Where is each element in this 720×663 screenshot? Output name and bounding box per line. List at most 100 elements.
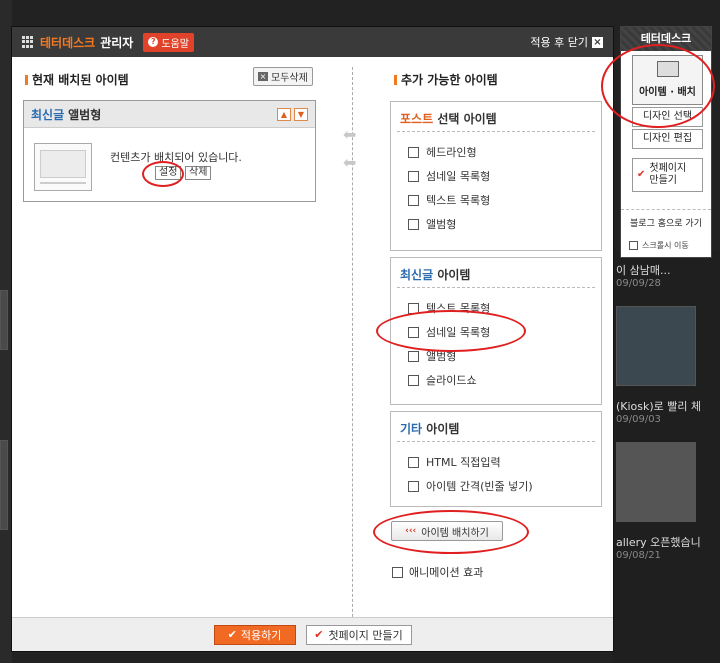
arrow-left-icon: ⬅ (343, 125, 357, 144)
background-post-date: 09/08/21 (616, 550, 661, 561)
make-first-page-button[interactable]: ✔ 첫페이지 만들기 (305, 624, 412, 645)
group-title-colored: 최신글 (400, 268, 434, 282)
help-button[interactable]: ? 도움말 (143, 32, 194, 52)
move-up-button[interactable]: ▲ (277, 107, 291, 121)
placed-items-title-label: 현재 배치된 아이템 (32, 73, 129, 87)
help-label: 도움말 (161, 38, 189, 50)
background-post-title: allery 오픈했습니 (616, 536, 701, 549)
sidebar-item-placement-label: 아이템 · 배치 (639, 87, 696, 98)
list-item[interactable]: 슬라이드쇼 (391, 368, 601, 392)
first-page-line1: 첫페이지 (649, 163, 687, 174)
checkbox[interactable] (408, 302, 419, 314)
apply-close-label: 적용 후 닫기 (530, 36, 588, 49)
checkbox[interactable] (408, 170, 419, 182)
check-icon: ✔ (227, 628, 237, 641)
available-items-title: 추가 가능한 아이템 (394, 71, 498, 88)
group-title: 최신글 아이템 (397, 258, 595, 288)
move-down-button[interactable]: ▼ (294, 107, 308, 121)
question-icon: ? (148, 37, 159, 47)
checkbox[interactable] (408, 218, 419, 230)
apply-close-button[interactable]: 적용 후 닫기 × (530, 34, 603, 50)
scroll-move-option[interactable]: 스크롤시 이동 (629, 240, 689, 251)
placed-item-category: 최신글 (31, 107, 65, 122)
checkbox[interactable] (408, 146, 419, 158)
tatter-desk-sidebar: 테터데스크 아이템 · 배치 디자인 선택 디자인 편집 ✔ 첫페이지 만들기 … (620, 26, 712, 258)
checkbox[interactable] (408, 326, 419, 338)
check-icon: ✔ (637, 169, 646, 180)
list-item[interactable]: 앨범형 (391, 344, 601, 368)
scroll-checkbox[interactable] (629, 241, 638, 250)
background-post-date: 09/09/28 (616, 278, 661, 289)
placed-item-card: 최신글 앨범형 ▲ ▼ 컨텐츠가 배치되어 있습니다. 설정 삭제 (23, 100, 316, 202)
delete-button[interactable]: 삭제 (185, 166, 212, 180)
sidebar-item-placement[interactable]: 아이템 · 배치 (632, 55, 703, 105)
background-post-thumbnail (616, 442, 696, 522)
arrow-left-icon: ⬅ (343, 153, 357, 172)
group-title-colored: 포스트 (400, 112, 434, 126)
background-post-thumbnail (616, 306, 696, 386)
list-item[interactable]: 텍스트 목록형 (391, 296, 601, 320)
settings-button[interactable]: 설정 (155, 166, 182, 180)
placed-items-title: 현재 배치된 아이템 (25, 71, 129, 88)
checkbox[interactable] (408, 350, 419, 362)
checkbox[interactable] (408, 194, 419, 206)
album-thumbnail-icon (34, 143, 92, 191)
list-item[interactable]: HTML 직접입력 (391, 450, 601, 474)
delete-all-button[interactable]: × 모두삭제 (253, 67, 313, 86)
list-item[interactable]: 헤드라인형 (391, 140, 601, 164)
item-label: 텍스트 목록형 (426, 194, 491, 207)
item-label: 헤드라인형 (426, 146, 477, 159)
tatter-desk-dialog: 테터데스크 관리자 ? 도움말 적용 후 닫기 × 현재 배치된 아이템 × 모… (11, 26, 614, 652)
sidebar-first-page-button[interactable]: ✔ 첫페이지 만들기 (632, 158, 703, 192)
dialog-header: 테터데스크 관리자 ? 도움말 적용 후 닫기 × (12, 27, 613, 57)
check-icon: ✔ (314, 628, 324, 641)
place-items-label: 아이템 배치하기 (421, 527, 489, 539)
background-thumbnail (0, 290, 8, 350)
placed-item-type: 앨범형 (68, 107, 102, 122)
close-icon: × (592, 36, 603, 48)
admin-title: 관리자 (100, 35, 134, 50)
list-item[interactable]: 앨범형 (391, 212, 601, 236)
group-title-text: 선택 아이템 (437, 112, 497, 126)
list-item[interactable]: 텍스트 목록형 (391, 188, 601, 212)
group-title: 기타 아이템 (397, 412, 595, 442)
list-item[interactable]: 아이템 간격(빈줄 넣기) (391, 474, 601, 498)
group-title-colored: 기타 (400, 422, 423, 436)
delete-icon: × (258, 72, 268, 81)
recent-items-group: 최신글 아이템 텍스트 목록형 섬네일 목록형 앨범형 슬라이드쇼 (390, 257, 602, 405)
other-items-group: 기타 아이템 HTML 직접입력 아이템 간격(빈줄 넣기) (390, 411, 602, 507)
checkbox[interactable] (408, 480, 419, 492)
grid-icon (22, 36, 34, 48)
list-item[interactable]: 섬네일 목록형 (391, 320, 601, 344)
item-label: HTML 직접입력 (426, 456, 501, 469)
blog-home-link[interactable]: 블로그 홈으로 가기 (621, 209, 711, 229)
animation-option[interactable]: 애니메이션 효과 (392, 564, 483, 580)
list-item[interactable]: 섬네일 목록형 (391, 164, 601, 188)
background-post-date: 09/09/03 (616, 414, 661, 425)
item-label: 앨범형 (426, 218, 457, 231)
orange-bar-icon (394, 74, 397, 85)
checkbox[interactable] (408, 374, 419, 386)
animation-label: 애니메이션 효과 (409, 566, 484, 579)
placed-message: 컨텐츠가 배치되어 있습니다. (110, 151, 242, 164)
background-blog-list: 이 삼남매... 09/09/28 (Kiosk)로 빨리 체 09/09/03… (612, 250, 720, 663)
make-first-page-label: 첫페이지 만들기 (328, 628, 403, 642)
group-title-text: 아이템 (426, 422, 460, 436)
orange-bar-icon (25, 74, 28, 85)
post-items-group: 포스트 선택 아이템 헤드라인형 섬네일 목록형 텍스트 목록형 앨범형 (390, 101, 602, 251)
dialog-footer: ✔ 적용하기 ✔ 첫페이지 만들기 (12, 617, 613, 651)
place-items-button[interactable]: ‹‹‹ 아이템 배치하기 (391, 521, 503, 541)
item-label: 섬네일 목록형 (426, 170, 491, 183)
animation-checkbox[interactable] (392, 566, 403, 578)
apply-button[interactable]: ✔ 적용하기 (213, 624, 296, 645)
checkbox[interactable] (408, 456, 419, 468)
item-label: 섬네일 목록형 (426, 326, 491, 339)
background-post-title: (Kiosk)로 빨리 체 (616, 400, 702, 413)
item-placement-icon (656, 61, 679, 77)
first-page-line2: 만들기 (649, 175, 677, 186)
background-thumbnail (0, 440, 8, 530)
group-title-text: 아이템 (437, 268, 471, 282)
design-select-button[interactable]: 디자인 선택 (632, 107, 703, 127)
reorder-buttons: ▲ ▼ (277, 107, 308, 121)
design-edit-button[interactable]: 디자인 편집 (632, 129, 703, 149)
